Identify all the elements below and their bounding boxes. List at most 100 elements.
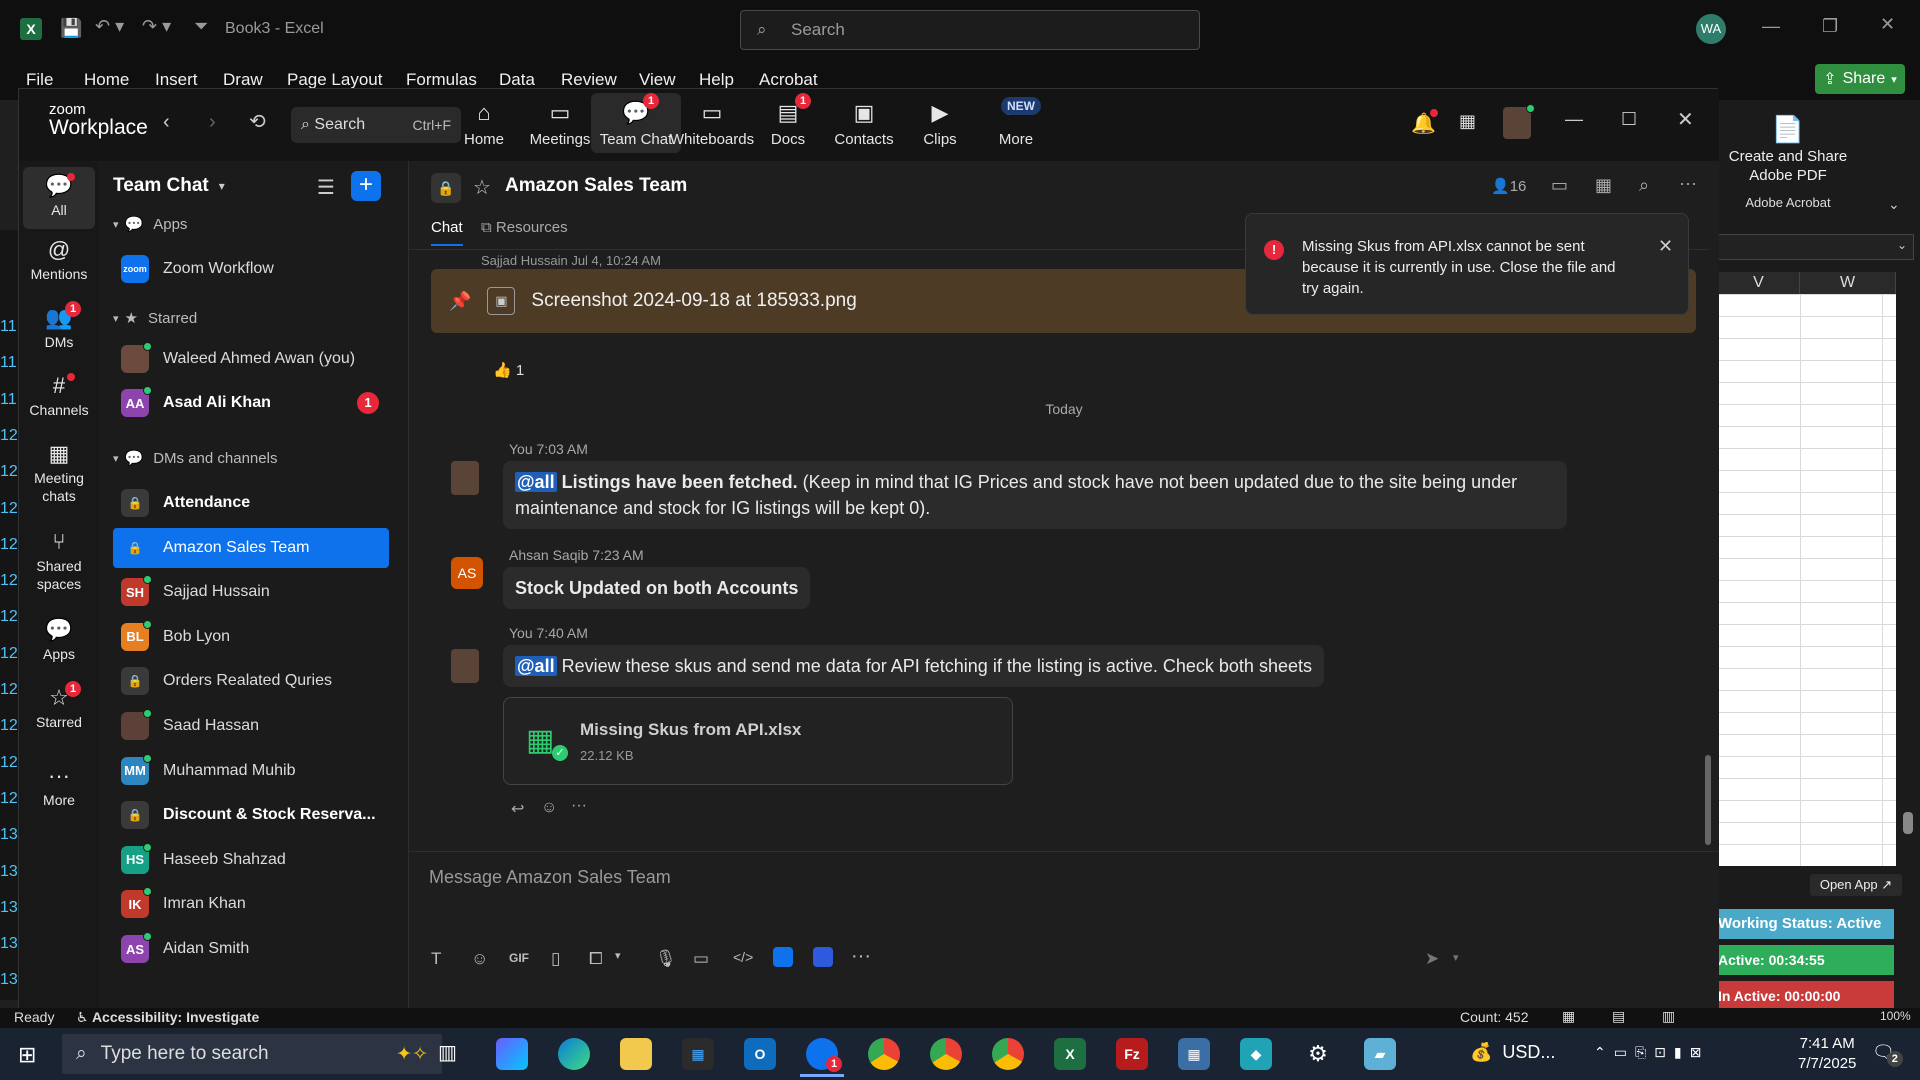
filezilla-icon[interactable]: Fz (1116, 1038, 1148, 1070)
row-number[interactable]: 12 (0, 536, 18, 554)
sidebar-item-waleed[interactable]: Waleed Ahmed Awan (you) (113, 339, 389, 379)
avatar[interactable] (451, 461, 479, 495)
tab-formulas[interactable]: Formulas (406, 70, 477, 90)
tab-resources[interactable]: ⧉ Resources (481, 219, 568, 236)
row-number[interactable]: 12 (0, 608, 18, 626)
zoom-search-input[interactable]: ⌕ Search Ctrl+F (291, 107, 461, 143)
clock[interactable]: 7:41 AM 7/7/2025 (1798, 1034, 1856, 1074)
zoom-taskbar-icon[interactable]: 1 (806, 1038, 842, 1072)
members-button[interactable]: 👤16 (1491, 177, 1526, 195)
rail-item-all[interactable]: 💬 All (23, 167, 95, 229)
new-chat-button[interactable]: + (351, 171, 381, 201)
sidebar-item-aidan-smith[interactable]: AS Aidan Smith (113, 929, 389, 969)
chevron-down-icon[interactable]: ▾ (1453, 951, 1459, 964)
rail-item-starred[interactable]: ☆ 1 Starred (23, 681, 95, 731)
open-app-button[interactable]: Open App ↗ (1810, 874, 1902, 896)
rail-item-more[interactable]: ··· More (23, 761, 95, 809)
message-bubble[interactable]: @all Listings have been fetched. (Keep i… (503, 461, 1567, 529)
row-number[interactable]: 12 (0, 754, 18, 772)
share-button[interactable]: ⇪ Share ▾ (1815, 64, 1905, 94)
taskbar-search-input[interactable]: ⌕ Type here to search ✦✧ (62, 1034, 442, 1074)
sidebar-item-asad[interactable]: AA Asad Ali Khan 1 (113, 383, 389, 423)
rail-item-channels[interactable]: # Channels (23, 371, 95, 419)
filter-icon[interactable]: ☰ (317, 175, 335, 200)
sidebar-item-zoom-workflow[interactable]: zoom Zoom Workflow (113, 249, 389, 289)
tab-help[interactable]: Help (699, 70, 734, 90)
redo-icon[interactable]: ↷ ▾ (142, 16, 171, 37)
back-icon[interactable]: ‹ (163, 111, 170, 134)
copilot-icon[interactable] (496, 1038, 528, 1070)
minimize-icon[interactable]: — (1762, 16, 1780, 37)
message-composer-input[interactable]: Message Amazon Sales Team (429, 867, 671, 888)
more-options-icon[interactable]: ··· (1679, 173, 1697, 194)
chevron-down-icon[interactable]: ▾ (615, 949, 621, 962)
store-icon[interactable]: ▦ (682, 1038, 714, 1070)
settings-gear-icon[interactable]: ⚙ (1302, 1038, 1334, 1070)
reaction-thumbs-up[interactable]: 👍 1 (493, 361, 524, 379)
tab-draw[interactable]: Draw (223, 70, 263, 90)
sidebar-item-amazon-sales-team[interactable]: 🔒 Amazon Sales Team (113, 527, 389, 568)
rail-item-dms[interactable]: 👥 1 DMs (23, 301, 95, 351)
formula-bar[interactable]: ⌄ (1718, 234, 1914, 260)
profile-avatar[interactable] (1503, 104, 1535, 139)
channel-title[interactable]: Amazon Sales Team (505, 175, 687, 197)
scrollbar-thumb[interactable] (1903, 812, 1913, 834)
tab-page-layout[interactable]: Page Layout (287, 70, 382, 90)
normal-view-icon[interactable]: ▦ (1562, 1008, 1575, 1025)
create-share-pdf-button[interactable]: 📄 Create and Share Adobe PDF Adobe Acrob… (1718, 100, 1858, 220)
add-reaction-icon[interactable]: ☺ (541, 799, 557, 817)
excel-search-input[interactable]: ⌕ Search (740, 10, 1200, 50)
tab-insert[interactable]: Insert (155, 70, 198, 90)
history-icon[interactable]: ⟲ (249, 109, 266, 134)
customize-qat-icon[interactable]: ⏷ (194, 16, 208, 37)
sidebar-item-muhammad-muhib[interactable]: MM Muhammad Muhib (113, 751, 389, 791)
currency-widget[interactable]: 💰 USD... (1470, 1042, 1555, 1063)
calculator-icon[interactable]: ▦ (1178, 1038, 1210, 1070)
row-number[interactable]: 12 (0, 790, 18, 808)
toast-close-icon[interactable]: ✕ (1658, 236, 1673, 257)
rail-item-mentions[interactable]: @ Mentions (23, 235, 95, 283)
page-break-view-icon[interactable]: ▥ (1662, 1008, 1675, 1025)
restore-icon[interactable]: ❐ (1822, 16, 1838, 37)
row-number[interactable]: 13 (0, 863, 18, 881)
row-number[interactable]: 11 (0, 354, 18, 372)
emoji-icon[interactable]: ☺ (471, 949, 488, 969)
row-number[interactable]: 11 (0, 318, 18, 336)
video-message-icon[interactable]: ▭ (693, 949, 709, 969)
tab-acrobat[interactable]: Acrobat (759, 70, 818, 90)
undo-icon[interactable]: ↶ ▾ (95, 16, 124, 37)
chrome-icon-1[interactable] (868, 1038, 900, 1070)
row-number[interactable]: 12 (0, 645, 18, 663)
more-tools-icon[interactable]: ··· (851, 945, 871, 968)
close-icon[interactable]: ✕ (1880, 14, 1895, 35)
file-explorer-icon[interactable] (620, 1038, 652, 1070)
nav-more[interactable]: ···NEW More (971, 97, 1061, 148)
system-tray-icons[interactable]: ⌃▭⎘⊡▮⊠ (1594, 1044, 1709, 1061)
section-dms[interactable]: ▾ 💬 DMs and channels (113, 449, 277, 468)
message-bubble[interactable]: Stock Updated on both Accounts (503, 567, 811, 609)
row-number[interactable]: 13 (0, 971, 18, 989)
expand-formula-icon[interactable]: ⌄ (1897, 238, 1907, 252)
sidebar-item-sajjad-hussain[interactable]: SH Sajjad Hussain (113, 572, 389, 612)
row-number[interactable]: 12 (0, 500, 18, 518)
section-starred[interactable]: ▾ ★ Starred (113, 309, 197, 328)
team-chat-title[interactable]: Team Chat ▾ (113, 175, 225, 197)
app-shortcut-1-icon[interactable] (773, 947, 793, 967)
sidebar-item-discount-stock-reserva[interactable]: 🔒 Discount & Stock Reserva... (113, 795, 389, 835)
row-number[interactable]: 12 (0, 427, 18, 445)
row-number[interactable]: 11 (0, 391, 18, 409)
tab-review[interactable]: Review (561, 70, 617, 90)
mention[interactable]: @all (515, 656, 557, 676)
avatar[interactable]: AS (451, 557, 483, 589)
forward-icon[interactable]: › (209, 111, 216, 134)
sidebar-item-haseeb-shahzad[interactable]: HS Haseeb Shahzad (113, 840, 389, 880)
row-number[interactable]: 12 (0, 572, 18, 590)
code-snippet-icon[interactable]: </> (733, 949, 753, 965)
sidebar-item-bob-lyon[interactable]: BL Bob Lyon (113, 617, 389, 657)
page-layout-view-icon[interactable]: ▤ (1612, 1008, 1625, 1025)
reply-icon[interactable]: ↩ (511, 799, 524, 819)
screenshot-icon[interactable]: ⧠ (589, 949, 603, 969)
row-number[interactable]: 12 (0, 463, 18, 481)
row-number[interactable]: 12 (0, 717, 18, 735)
chrome-icon-2[interactable] (930, 1038, 962, 1070)
